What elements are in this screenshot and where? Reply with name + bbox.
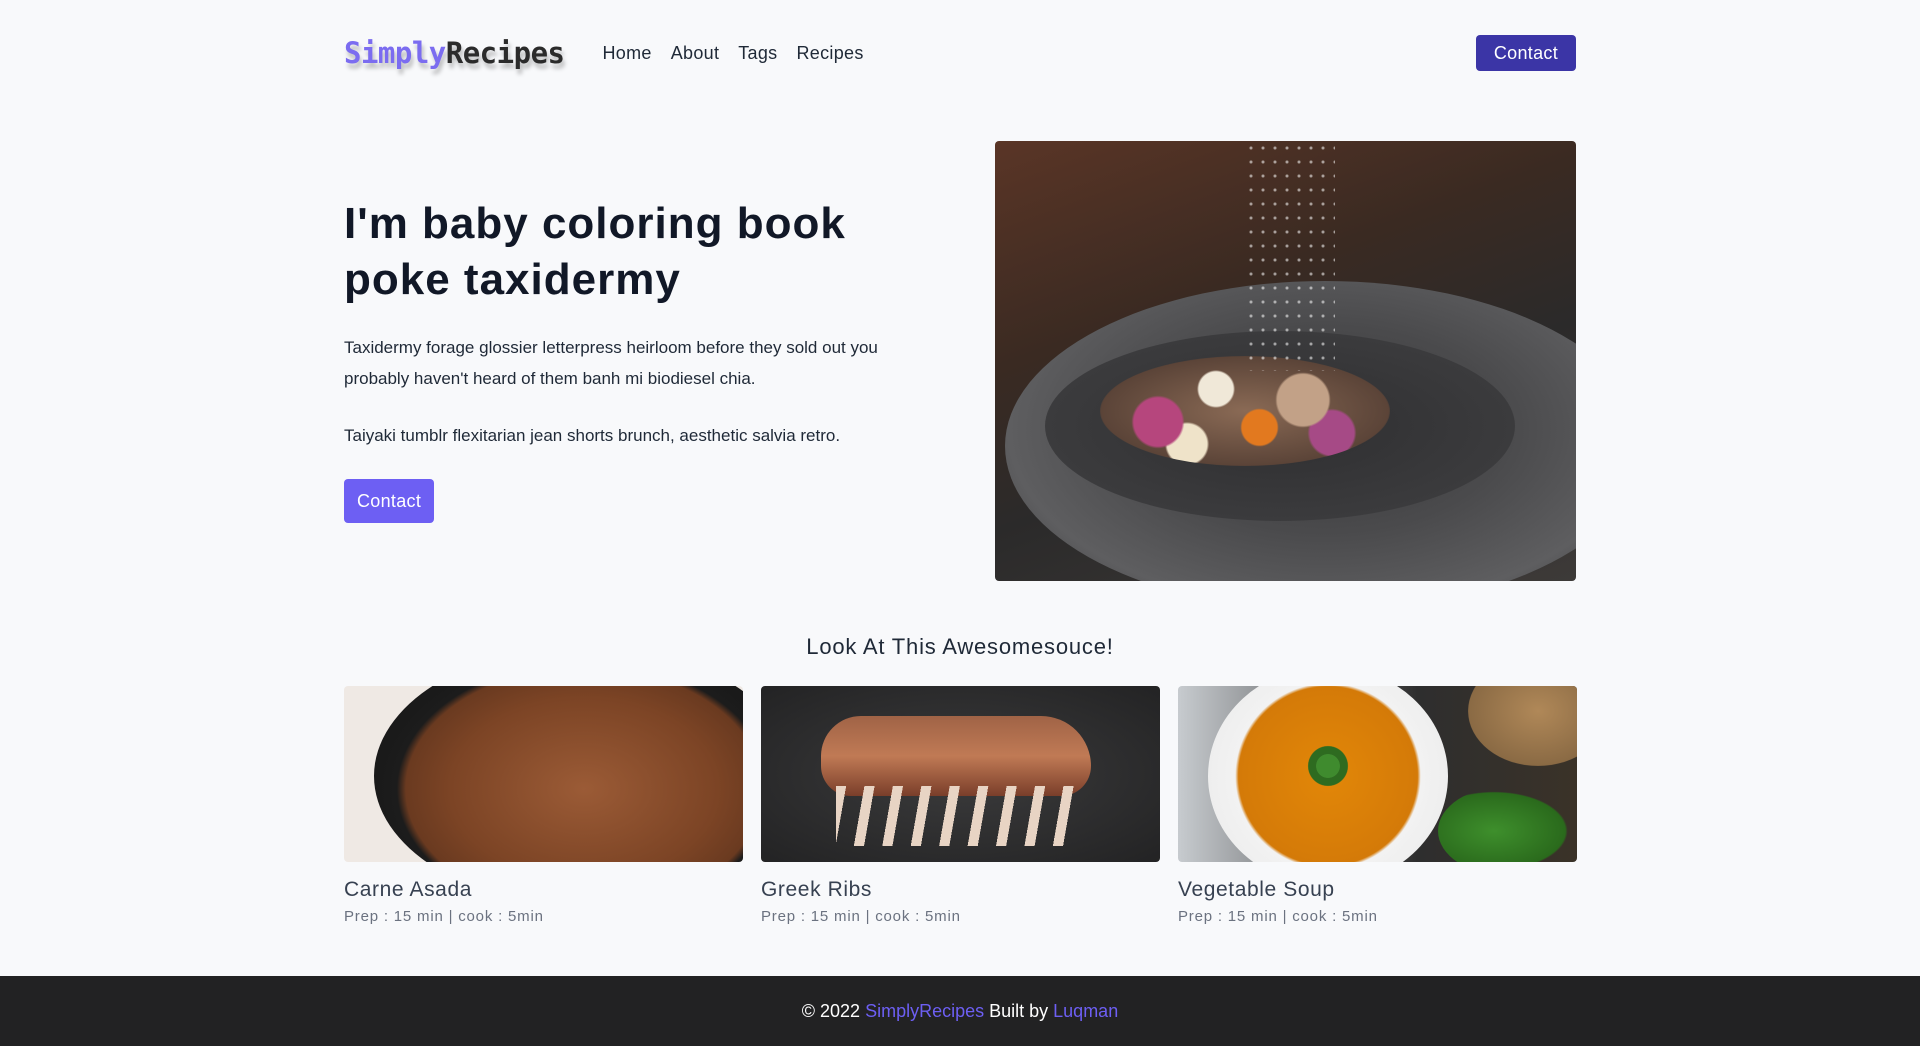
recipe-image[interactable]: [1178, 686, 1577, 862]
hero-paragraph-1: Taxidermy forage glossier letterpress he…: [344, 338, 878, 388]
recipe-image[interactable]: [761, 686, 1160, 862]
falling-salt: [1245, 141, 1335, 371]
featured-recipes: Carne Asada Prep : 15 min | cook : 5min …: [344, 686, 1577, 925]
top-navbar: SimplyRecipes Home About Tags Recipes Co…: [344, 34, 1576, 72]
recipe-image[interactable]: [344, 686, 743, 862]
footer-built-by: Built by: [984, 1000, 1054, 1021]
logo-part-recipes: Recipes: [445, 36, 565, 70]
nav-link-tags[interactable]: Tags: [738, 43, 777, 64]
recipe-meta: Prep : 15 min | cook : 5min: [1178, 908, 1378, 925]
recipe-meta: Prep : 15 min | cook : 5min: [761, 908, 961, 925]
nav-link-about[interactable]: About: [671, 43, 720, 64]
site-logo[interactable]: SimplyRecipes: [344, 36, 565, 70]
hero-title-line2: poke taxidermy: [344, 255, 681, 304]
featured-section-title: Look At This Awesomesouce!: [806, 634, 1114, 659]
recipe-card-vegetable-soup[interactable]: Vegetable Soup Prep : 15 min | cook : 5m…: [1178, 686, 1577, 925]
hero-paragraph-2: Taiyaki tumblr flexitarian jean shorts b…: [344, 426, 841, 445]
footer-copyright: © 2022: [801, 1000, 866, 1021]
recipe-title[interactable]: Greek Ribs: [761, 878, 1160, 902]
recipe-title[interactable]: Carne Asada: [344, 878, 743, 902]
nav-link-home[interactable]: Home: [602, 43, 651, 64]
nav-contact-button[interactable]: Contact: [1475, 35, 1576, 71]
footer: © 2022 SimplyRecipes Built by Luqman: [0, 976, 1920, 1046]
hero-image: [995, 141, 1576, 581]
footer-author-link[interactable]: Luqman: [1053, 1001, 1118, 1022]
hero-title: I'm baby coloring book poke taxidermy: [344, 196, 924, 308]
recipe-title[interactable]: Vegetable Soup: [1178, 878, 1577, 902]
nav-link-recipes[interactable]: Recipes: [796, 43, 863, 64]
recipe-meta: Prep : 15 min | cook : 5min: [344, 908, 544, 925]
nav-links: Home About Tags Recipes: [602, 43, 882, 64]
recipe-card-carne-asada[interactable]: Carne Asada Prep : 15 min | cook : 5min: [344, 686, 743, 925]
footer-brand-link[interactable]: SimplyRecipes: [865, 1001, 984, 1022]
chopped-vegetables: [1100, 356, 1390, 466]
logo-part-simply: Simply: [344, 36, 446, 70]
hero-text: I'm baby coloring book poke taxidermy Ta…: [344, 196, 924, 523]
recipe-card-greek-ribs[interactable]: Greek Ribs Prep : 15 min | cook : 5min: [761, 686, 1160, 925]
hero-title-line1: I'm baby coloring book: [344, 199, 846, 248]
hero-contact-button[interactable]: Contact: [344, 479, 435, 523]
